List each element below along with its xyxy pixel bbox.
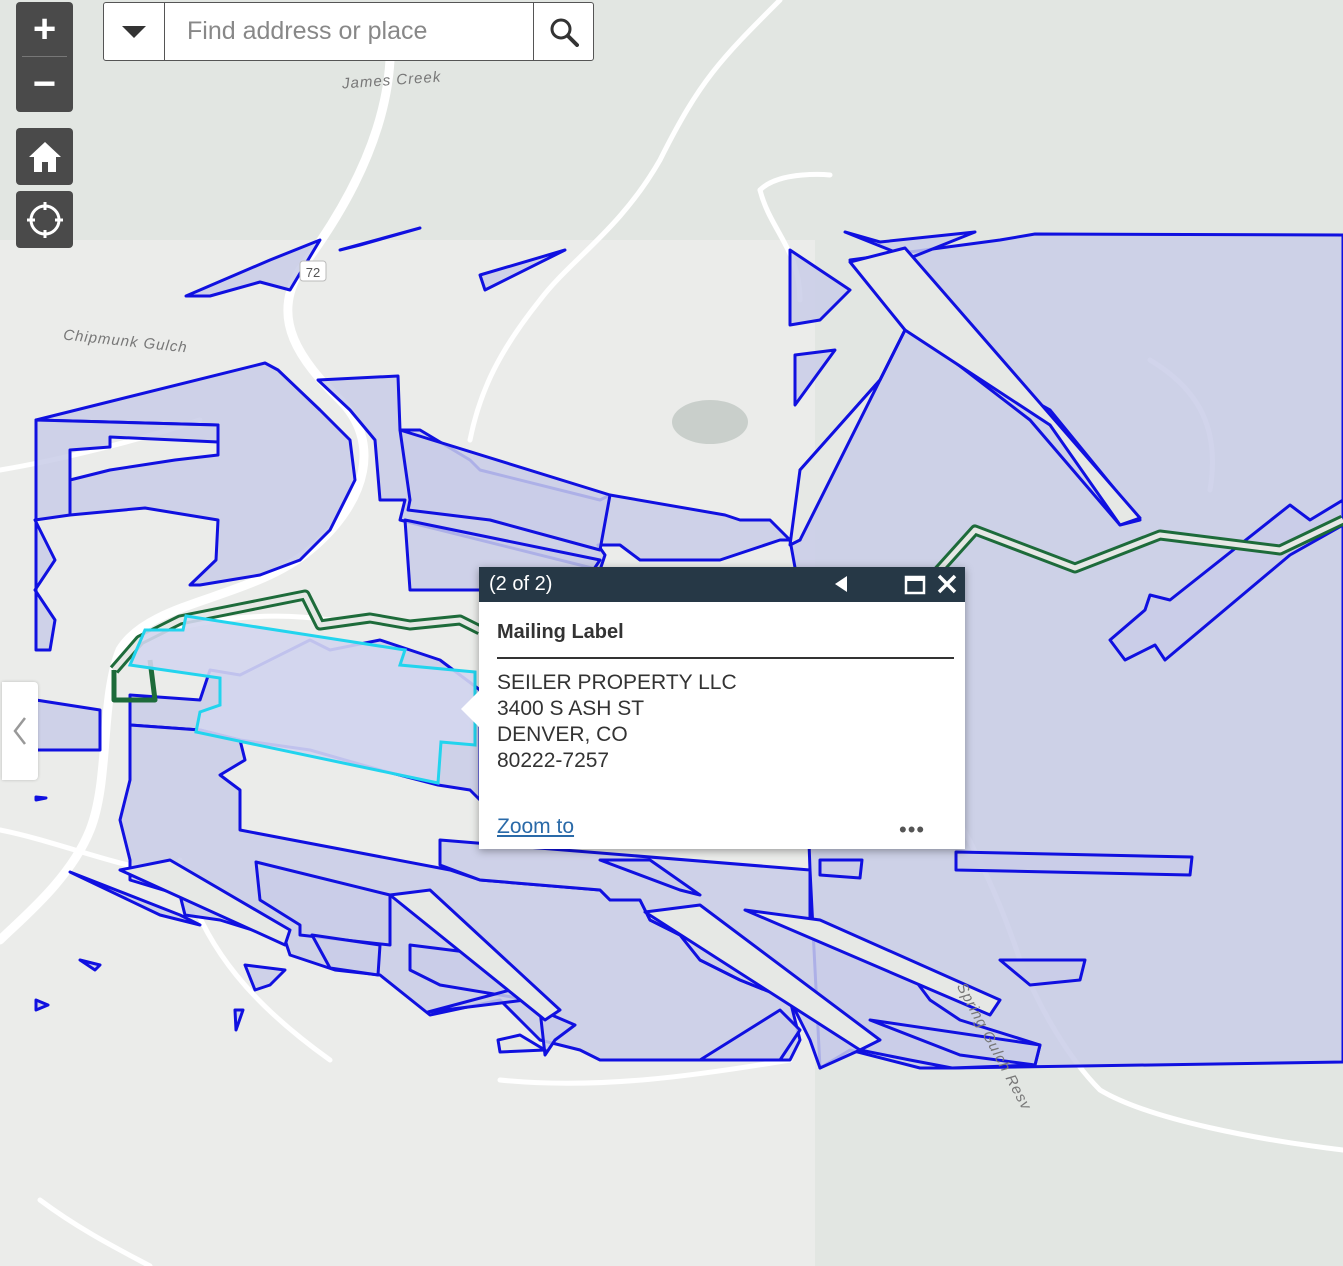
search-input[interactable]: Find address or place [165,3,533,60]
address-line: 3400 S ASH ST [497,697,645,720]
home-icon [16,128,73,185]
close-icon [937,574,957,594]
locate-icon [16,191,73,248]
address-line: DENVER, CO [497,723,628,746]
chevron-left-icon [13,717,26,745]
route-shield: 72 [299,260,327,282]
address-line: SEILER PROPERTY LLC [497,671,737,694]
address-line: 80222-7257 [497,749,610,772]
popup-header: (2 of 2) [479,567,965,602]
zoom-to-link[interactable]: Zoom to [497,815,574,839]
more-actions-button[interactable]: ••• [899,817,925,843]
previous-feature-button[interactable] [833,575,849,598]
search-source-dropdown[interactable] [104,3,165,60]
close-button[interactable] [936,573,958,600]
zoom-out-button[interactable]: − [16,57,73,111]
zoom-controls: + − [16,2,73,112]
zoom-in-button[interactable]: + [16,2,73,56]
home-button[interactable] [16,128,73,185]
popup-address: SEILER PROPERTY LLC 3400 S ASH ST DENVER… [497,670,737,774]
maximize-button[interactable] [904,575,926,600]
popup-title: Mailing Label [497,621,624,643]
popup-pointer [461,691,479,727]
search-bar: Find address or place [103,2,594,61]
search-button[interactable] [533,3,593,60]
popup-count: (2 of 2) [489,573,553,595]
locate-button[interactable] [16,191,73,248]
lake [672,400,748,444]
popup-divider [497,657,954,659]
triangle-left-icon [835,576,847,592]
chevron-down-icon [122,25,146,38]
route-number: 72 [306,265,320,280]
search-icon [550,18,579,47]
side-panel-toggle[interactable] [2,682,38,780]
feature-popup: (2 of 2) Mailing Label SEILER PROPERTY L… [461,567,965,849]
maximize-icon [904,575,926,595]
